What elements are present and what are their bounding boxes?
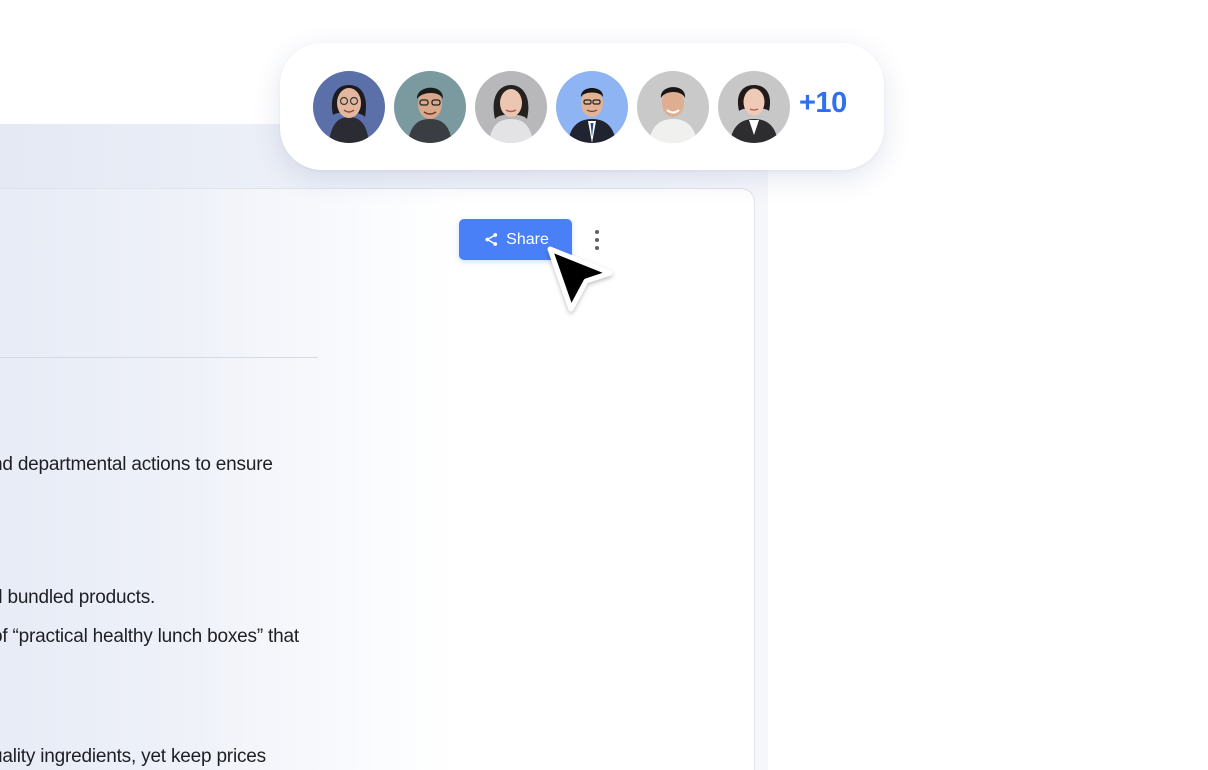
document-text-line: uality ingredients, yet keep prices [0,746,266,767]
more-collaborators-count[interactable]: +10 [799,87,847,120]
document-card [0,188,755,770]
section-divider [0,357,318,358]
share-icon [484,232,499,247]
avatar[interactable] [637,71,709,143]
mouse-pointer-icon [547,246,613,312]
document-text-line: of “practical healthy lunch boxes” that [0,626,299,647]
avatar[interactable] [718,71,790,143]
more-vertical-icon [595,230,599,234]
document-text-line: nd departmental actions to ensure [0,454,273,475]
avatar[interactable] [313,71,385,143]
avatar[interactable] [475,71,547,143]
avatar[interactable] [556,71,628,143]
collaborators-card: +10 [280,43,884,170]
app-stage: nd departmental actions to ensure d bund… [0,0,1208,770]
avatar[interactable] [394,71,466,143]
document-text-line: d bundled products. [0,587,156,608]
